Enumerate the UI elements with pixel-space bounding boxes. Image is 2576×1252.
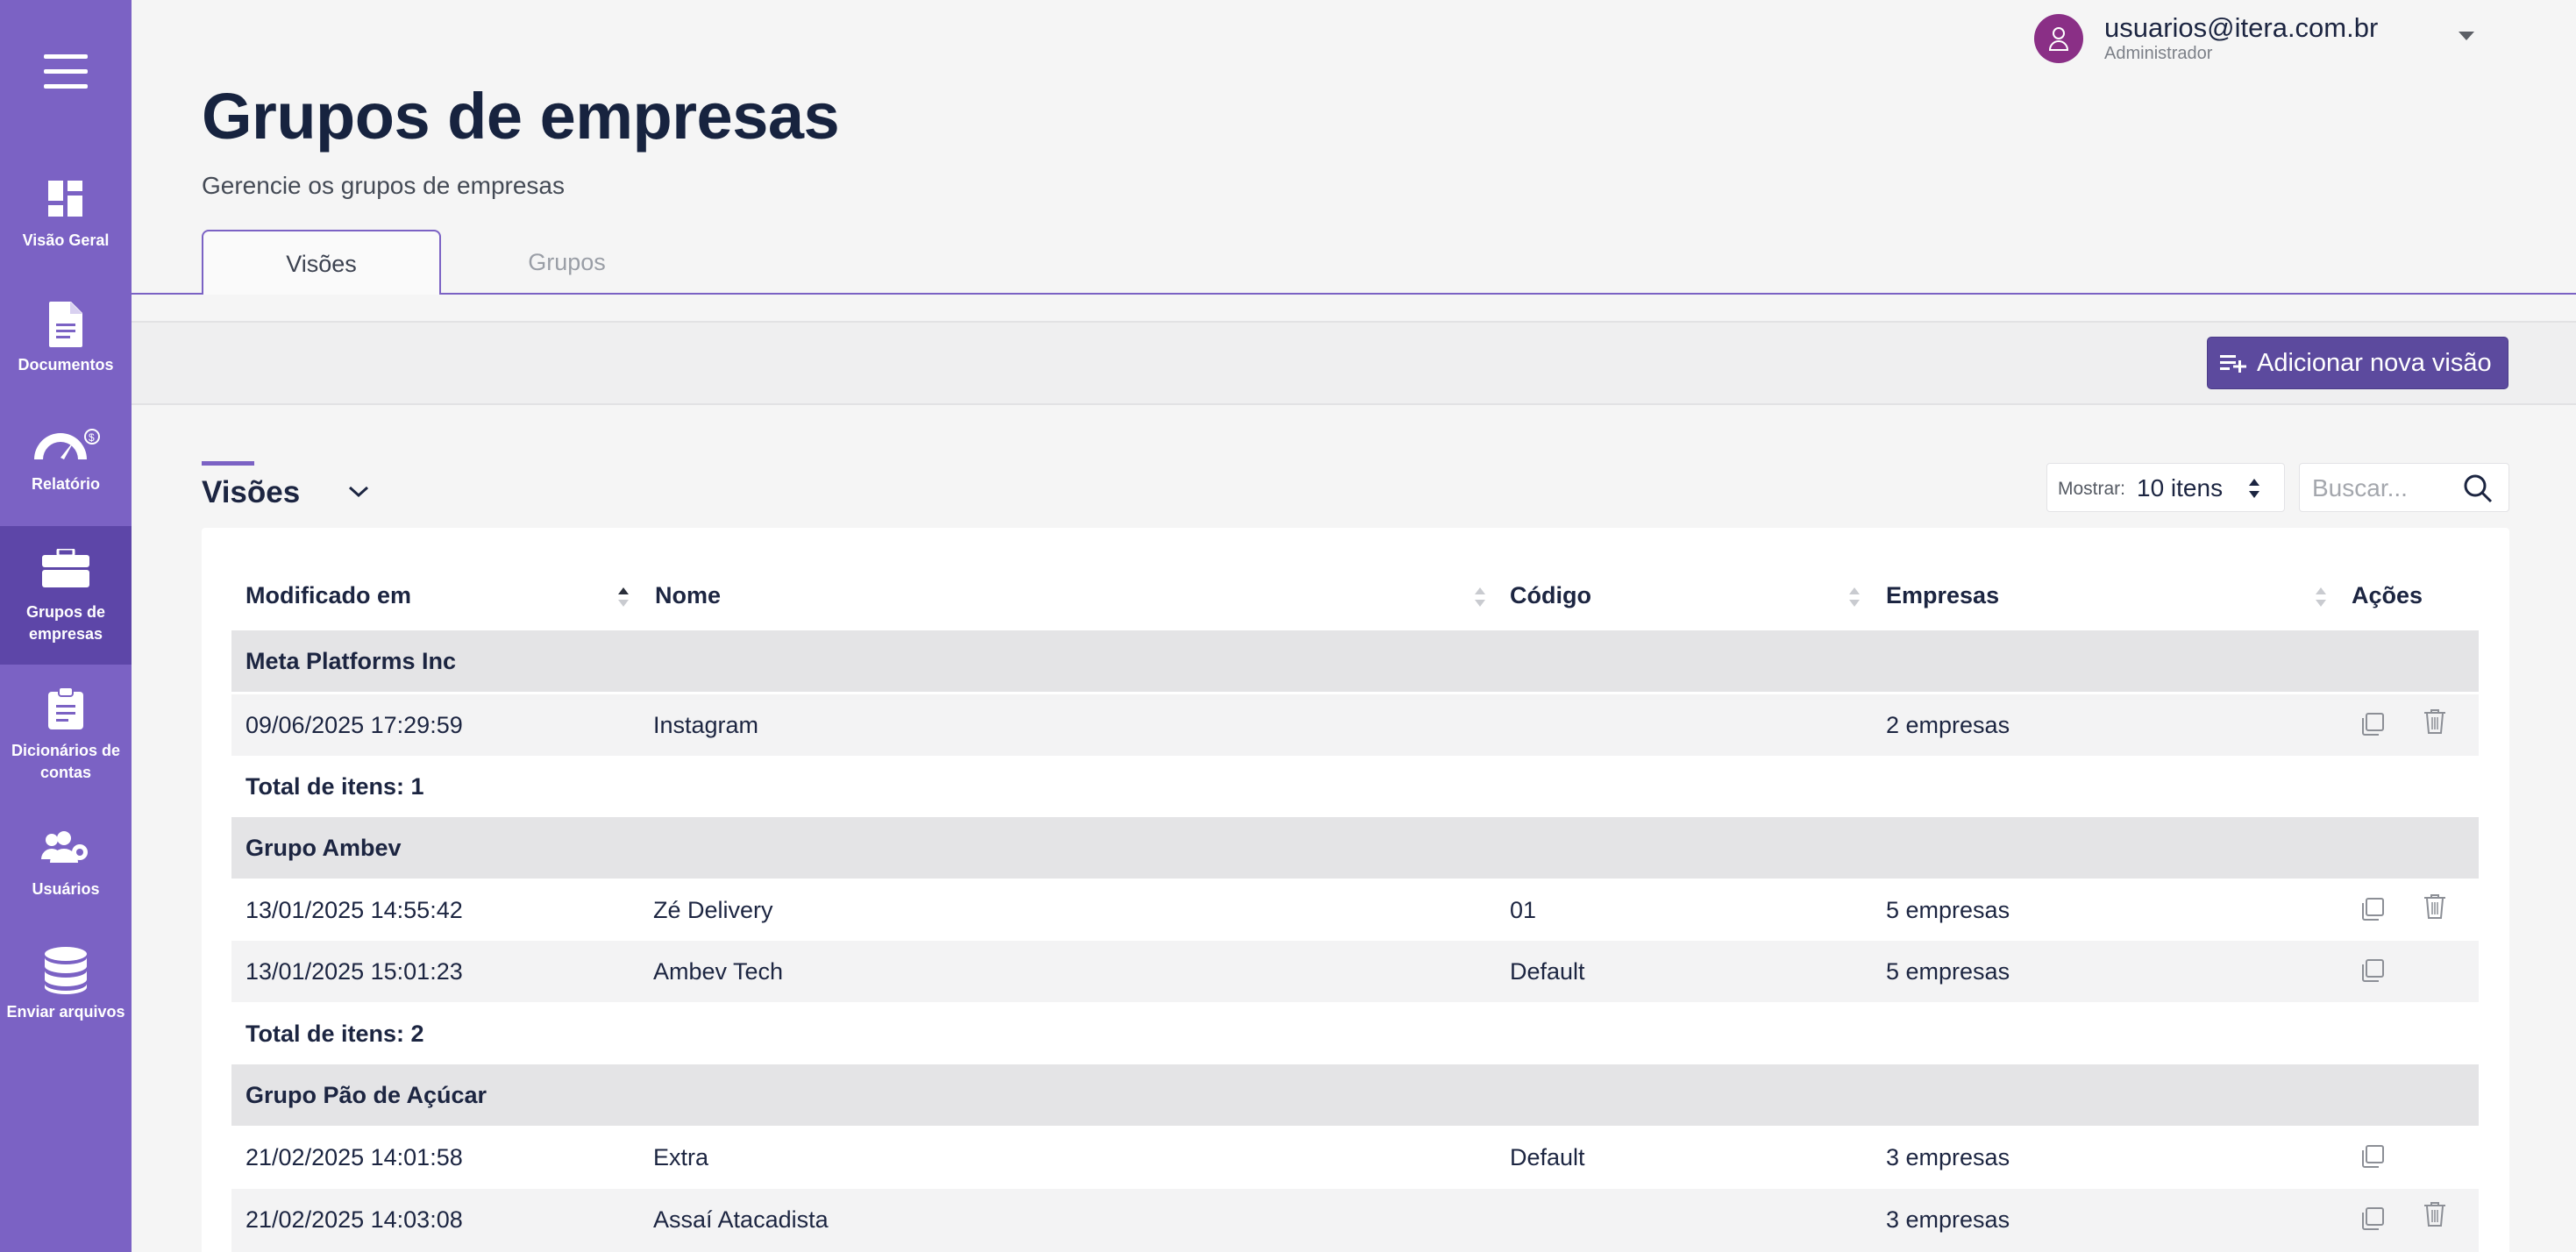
tab-grupos[interactable]: Grupos [447, 230, 687, 295]
cell-date: 09/06/2025 17:29:59 [246, 712, 463, 738]
cell-name: Instagram [653, 712, 759, 738]
sidebar-item-relatorio[interactable]: $ Relatório [0, 428, 132, 509]
database-icon [45, 947, 87, 994]
group-row: Grupo Pão de Açúcar [231, 1064, 2479, 1126]
search-box [2299, 463, 2509, 512]
column-header-name[interactable]: Nome [655, 582, 721, 609]
page-title: Grupos de empresas [202, 80, 840, 153]
cell-code: Default [1510, 958, 1585, 985]
column-header-actions: Ações [2352, 582, 2423, 608]
cell-name: Extra [653, 1144, 709, 1170]
column-header-code[interactable]: Código [1510, 582, 1591, 609]
gauge-icon: $ [34, 429, 100, 459]
page-size-value: 10 itens [2137, 474, 2224, 502]
copy-icon[interactable] [2360, 958, 2385, 983]
table-row[interactable]: 21/02/2025 14:01:58 Extra Default 3 empr… [231, 1127, 2479, 1188]
sidebar-item-documentos[interactable]: Documentos [0, 302, 132, 389]
trash-icon[interactable] [2423, 708, 2446, 735]
section-title: Visões [202, 475, 301, 509]
group-total: Total de itens: 1 [246, 773, 424, 800]
cell-companies: 3 empresas [1886, 1144, 2010, 1170]
sort-icon[interactable] [2314, 586, 2328, 608]
user-email: usuarios@itera.com.br [2104, 12, 2379, 43]
playlist-add-icon [2220, 355, 2246, 373]
section-accent [202, 461, 254, 466]
table-row[interactable]: 21/02/2025 14:03:08 Assaí Atacadista 3 e… [231, 1189, 2479, 1252]
sidebar-item-label: Grupos de empresas [25, 603, 105, 643]
search-input[interactable] [2312, 473, 2461, 504]
sidebar-item-label: Enviar arquivos [6, 1003, 125, 1021]
cell-companies: 5 empresas [1886, 897, 2010, 923]
group-total: Total de itens: 2 [246, 1021, 424, 1047]
sort-icon[interactable] [1847, 586, 1861, 608]
tabs-divider [132, 293, 2576, 295]
cell-name: Assaí Atacadista [653, 1206, 829, 1233]
cell-companies: 5 empresas [1886, 958, 2010, 985]
user-role: Administrador [2104, 44, 2213, 63]
sidebar-item-label: Visão Geral [22, 231, 110, 249]
menu-icon[interactable] [44, 54, 88, 93]
sidebar-item-label: Usuários [32, 880, 100, 898]
copy-icon[interactable] [2360, 897, 2385, 921]
cell-code: 01 [1510, 897, 1537, 923]
sort-asc-icon[interactable] [616, 586, 630, 608]
avatar [2034, 14, 2083, 63]
sidebar-item-label: Relatório [31, 475, 100, 493]
page-subtitle: Gerencie os grupos de empresas [202, 172, 565, 199]
copy-icon[interactable] [2360, 1206, 2385, 1231]
cell-date: 21/02/2025 14:03:08 [246, 1206, 463, 1233]
clipboard-icon [48, 687, 83, 729]
column-header-modified[interactable]: Modificado em [246, 582, 411, 609]
sidebar-item-visao-geral[interactable]: Visão Geral [0, 181, 132, 268]
user-icon [2048, 27, 2069, 51]
column-header-companies[interactable]: Empresas [1886, 582, 1999, 609]
users-gear-icon [41, 831, 88, 863]
table-row[interactable]: 13/01/2025 15:01:23 Ambev Tech Default 5… [231, 941, 2479, 1002]
table-row[interactable]: 09/06/2025 17:29:59 Instagram 2 empresas [231, 694, 2479, 756]
sort-icon[interactable] [1473, 586, 1487, 608]
cell-date: 13/01/2025 15:01:23 [246, 958, 463, 985]
sidebar-item-dicionarios[interactable]: Dicionários de contas [0, 687, 132, 793]
search-icon[interactable] [2463, 473, 2493, 503]
copy-icon[interactable] [2360, 712, 2385, 736]
sidebar: Visão Geral Documentos $ Relatório Grupo… [0, 0, 132, 1252]
cell-date: 21/02/2025 14:01:58 [246, 1144, 463, 1170]
document-icon [49, 302, 82, 347]
trash-icon[interactable] [2423, 1201, 2446, 1227]
sort-arrows-icon [2249, 479, 2259, 498]
cell-date: 13/01/2025 14:55:42 [246, 897, 463, 923]
group-row: Meta Platforms Inc [231, 630, 2479, 692]
caret-down-icon[interactable] [2459, 32, 2474, 40]
chevron-down-icon[interactable] [347, 484, 370, 500]
page-size-label: Mostrar: [2058, 479, 2126, 499]
cell-name: Ambev Tech [653, 958, 784, 985]
cell-companies: 3 empresas [1886, 1206, 2010, 1233]
table-row[interactable]: 13/01/2025 14:55:42 Zé Delivery 01 5 emp… [231, 879, 2479, 941]
user-menu[interactable]: usuarios@itera.com.br Administrador [2034, 12, 2490, 68]
sidebar-item-label: Dicionários de contas [11, 742, 121, 781]
sidebar-item-enviar-arquivos[interactable]: Enviar arquivos [0, 947, 132, 1035]
sidebar-item-label: Documentos [18, 356, 114, 373]
cell-code: Default [1510, 1144, 1585, 1170]
svg-text:$: $ [89, 431, 95, 444]
sidebar-item-usuarios[interactable]: Usuários [0, 831, 132, 910]
briefcase-icon [42, 549, 89, 587]
copy-icon[interactable] [2360, 1144, 2385, 1169]
tab-visoes[interactable]: Visões [202, 230, 441, 295]
trash-icon[interactable] [2423, 893, 2446, 920]
dashboard-icon [48, 181, 82, 217]
page-size-select[interactable]: Mostrar: 10 itens [2046, 463, 2285, 512]
group-row: Grupo Ambev [231, 817, 2479, 879]
group-name: Grupo Ambev [246, 835, 402, 861]
cell-companies: 2 empresas [1886, 712, 2010, 738]
group-name: Meta Platforms Inc [246, 648, 457, 674]
add-view-button[interactable]: Adicionar nova visão [2207, 337, 2508, 389]
group-name: Grupo Pão de Açúcar [246, 1082, 487, 1108]
sidebar-item-grupos-de-empresas[interactable]: Grupos de empresas [0, 526, 132, 665]
add-view-label: Adicionar nova visão [2257, 348, 2492, 377]
cell-name: Zé Delivery [653, 897, 773, 923]
